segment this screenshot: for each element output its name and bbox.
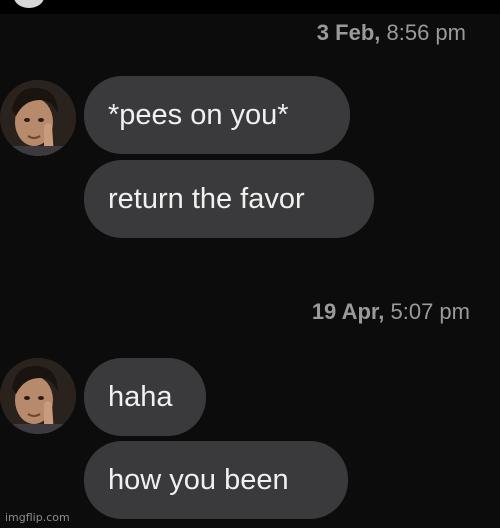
message-text: return the favor [108, 182, 305, 215]
watermark: imgflip.com [5, 511, 70, 524]
avatar-photo [0, 358, 76, 434]
message-bubble[interactable]: return the favor [84, 160, 374, 238]
message-timestamp: 3 Feb, 8:56 pm [317, 20, 466, 46]
message-bubble[interactable]: how you been [84, 441, 348, 519]
status-dot [14, 0, 44, 8]
sender-avatar[interactable] [0, 358, 76, 434]
timestamp-time: 8:56 pm [386, 20, 467, 45]
message-timestamp: 19 Apr, 5:07 pm [312, 299, 470, 325]
message-text: how you been [108, 463, 289, 496]
sender-avatar[interactable] [0, 80, 76, 156]
timestamp-date: 19 Apr, [311, 299, 385, 324]
message-bubble[interactable]: *pees on you* [84, 76, 350, 154]
timestamp-time: 5:07 pm [390, 299, 471, 324]
timestamp-date: 3 Feb, [316, 20, 381, 45]
message-bubble[interactable]: haha [84, 358, 206, 436]
avatar-photo [0, 80, 76, 156]
message-text: *pees on you* [108, 98, 289, 131]
top-edge-bar [0, 0, 500, 14]
message-text: haha [108, 380, 173, 413]
